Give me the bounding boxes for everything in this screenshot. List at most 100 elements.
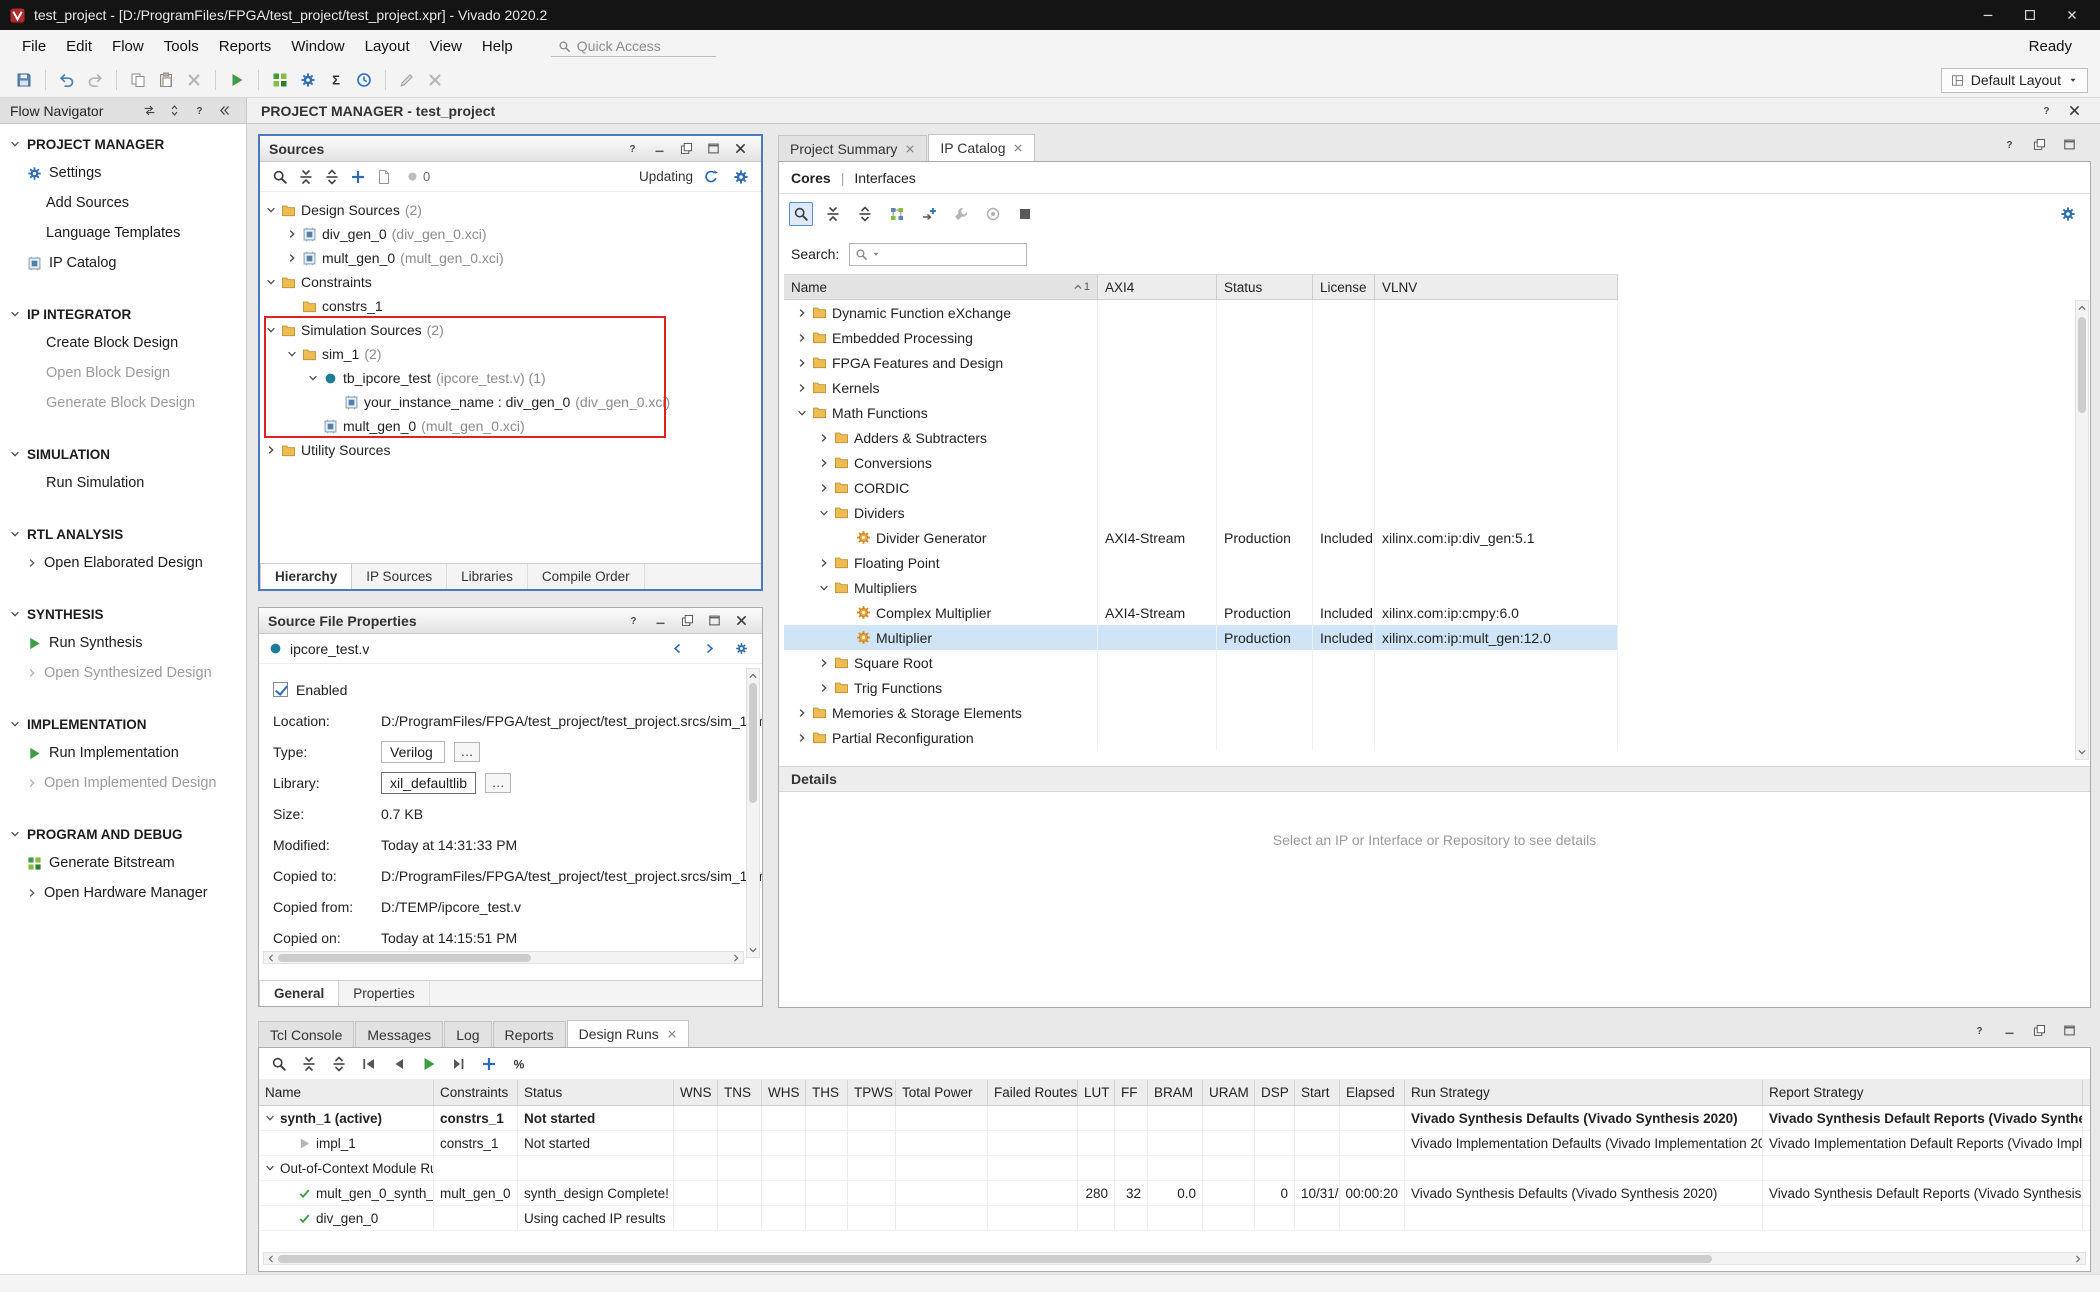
chevron-down-icon[interactable] [10, 529, 20, 539]
library-value[interactable]: xil_defaultlib [381, 772, 476, 794]
flow-item-generate-bitstream[interactable]: Generate Bitstream [0, 848, 246, 878]
menu-reports[interactable]: Reports [209, 35, 282, 58]
expand-all-icon[interactable] [853, 202, 877, 226]
column-header-bram[interactable]: BRAM [1148, 1080, 1203, 1105]
catalog-row-cordic[interactable]: CORDIC [784, 475, 1618, 500]
quick-access-search[interactable]: Quick Access [551, 36, 716, 57]
chevron-down-icon[interactable] [10, 309, 20, 319]
menu-tools[interactable]: Tools [154, 35, 209, 58]
chevron-down-icon[interactable] [266, 205, 276, 215]
flow-item-create-block-design[interactable]: Create Block Design [0, 328, 246, 358]
help-icon[interactable]: ? [1967, 1018, 1991, 1042]
open-file-icon[interactable] [372, 165, 396, 189]
flow-item-run-simulation[interactable]: Run Simulation [0, 468, 246, 498]
column-header-lut[interactable]: LUT [1078, 1080, 1115, 1105]
source-tree-item-utility-sources[interactable]: Utility Sources [260, 438, 761, 462]
column-header-constraints[interactable]: Constraints [434, 1080, 518, 1105]
console-tab-messages[interactable]: Messages [355, 1021, 443, 1047]
flow-item-generate-block-design[interactable]: Generate Block Design [0, 388, 246, 418]
design-run-row-impl-1[interactable]: impl_1constrs_1Not startedVivado Impleme… [259, 1131, 2090, 1156]
catalog-row-multiplier[interactable]: MultiplierProductionIncludedxilinx.com:i… [784, 625, 1618, 650]
window-maximize-button[interactable] [2012, 3, 2048, 27]
sort-icon[interactable] [162, 99, 186, 123]
reset-runs-icon[interactable] [357, 1052, 381, 1076]
properties-tab-properties[interactable]: Properties [339, 981, 430, 1006]
scroll-left-icon[interactable] [266, 953, 276, 963]
catalog-row-divider-generator[interactable]: Divider GeneratorAXI4-StreamProductionIn… [784, 525, 1618, 550]
chevron-down-icon[interactable] [287, 349, 297, 359]
catalog-row-trig-functions[interactable]: Trig Functions [784, 675, 1618, 700]
sources-panel-header[interactable]: Sources ? [260, 136, 761, 162]
float-icon[interactable] [2027, 132, 2051, 156]
window-minimize-button[interactable] [1970, 3, 2006, 27]
details-view-icon[interactable] [1013, 202, 1037, 226]
column-header-failed-routes[interactable]: Failed Routes [988, 1080, 1078, 1105]
delete-icon[interactable] [182, 68, 206, 92]
chevron-right-icon[interactable] [819, 558, 829, 568]
console-tab-log[interactable]: Log [444, 1021, 491, 1047]
console-tab-reports[interactable]: Reports [493, 1021, 566, 1047]
properties-tab-general[interactable]: General [259, 981, 339, 1006]
resume-icon[interactable] [447, 1052, 471, 1076]
flow-item-add-sources[interactable]: Add Sources [0, 188, 246, 218]
sources-tab-ip-sources[interactable]: IP Sources [352, 564, 447, 589]
source-tree-item-constrs-1[interactable]: constrs_1 [260, 294, 761, 318]
source-tree-item-mult-gen-0[interactable]: mult_gen_0(mult_gen_0.xci) [260, 246, 761, 270]
undo-icon[interactable] [55, 68, 79, 92]
catalog-row-floating-point[interactable]: Floating Point [784, 550, 1618, 575]
chevron-right-icon[interactable] [819, 433, 829, 443]
chevron-down-icon[interactable] [10, 449, 20, 459]
column-header-tns[interactable]: TNS [718, 1080, 762, 1105]
menu-window[interactable]: Window [281, 35, 354, 58]
chevron-down-icon[interactable] [265, 1163, 275, 1173]
column-header-name[interactable]: Name [259, 1080, 434, 1105]
chevron-down-icon[interactable] [10, 719, 20, 729]
flow-section-header-ip-integrator[interactable]: IP INTEGRATOR [0, 300, 246, 328]
chevron-down-icon[interactable] [265, 1113, 275, 1123]
layout-selector[interactable]: Default Layout [1941, 68, 2088, 93]
sources-tab-libraries[interactable]: Libraries [447, 564, 528, 589]
column-header-whs[interactable]: WHS [762, 1080, 806, 1105]
catalog-row-dividers[interactable]: Dividers [784, 500, 1618, 525]
chevron-down-icon[interactable] [266, 325, 276, 335]
settings-icon[interactable] [296, 68, 320, 92]
collapse-all-icon[interactable] [297, 1052, 321, 1076]
console-tab-tcl-console[interactable]: Tcl Console [258, 1021, 354, 1047]
sources-tab-compile-order[interactable]: Compile Order [528, 564, 645, 589]
enabled-checkbox[interactable] [273, 682, 288, 697]
flow-section-header-synthesis[interactable]: SYNTHESIS [0, 600, 246, 628]
source-tree-item-sim-1[interactable]: sim_1(2) [260, 342, 761, 366]
column-header-ff[interactable]: FF [1115, 1080, 1148, 1105]
runs-horizontal-scrollbar[interactable] [263, 1252, 2086, 1265]
catalog-row-multipliers[interactable]: Multipliers [784, 575, 1618, 600]
console-tab-design-runs[interactable]: Design Runs [567, 1020, 689, 1047]
flow-section-header-project-manager[interactable]: PROJECT MANAGER [0, 130, 246, 158]
search-icon[interactable] [268, 165, 292, 189]
catalog-row-complex-multiplier[interactable]: Complex MultiplierAXI4-StreamProductionI… [784, 600, 1618, 625]
column-header-tpws[interactable]: TPWS [848, 1080, 896, 1105]
flow-item-open-hardware-manager[interactable]: Open Hardware Manager [0, 878, 246, 908]
flow-section-header-simulation[interactable]: SIMULATION [0, 440, 246, 468]
source-tree-item-simulation-sources[interactable]: Simulation Sources(2) [260, 318, 761, 342]
relative-values-icon[interactable]: % [507, 1052, 531, 1076]
chevron-right-icon[interactable] [819, 683, 829, 693]
properties-panel-header[interactable]: Source File Properties ? [259, 608, 762, 634]
float-icon[interactable] [2027, 1018, 2051, 1042]
collapse-all-icon[interactable] [294, 165, 318, 189]
step-back-icon[interactable] [387, 1052, 411, 1076]
close-icon[interactable] [2062, 99, 2086, 123]
create-runs-icon[interactable] [477, 1052, 501, 1076]
float-icon[interactable] [675, 609, 699, 633]
minimize-icon[interactable] [1997, 1018, 2021, 1042]
chevron-right-icon[interactable] [287, 253, 297, 263]
column-header-name[interactable]: Name1 [784, 275, 1098, 299]
source-tree-item-tb-ipcore-test[interactable]: tb_ipcore_test(ipcore_test.v) (1) [260, 366, 761, 390]
column-header-license[interactable]: License [1313, 275, 1375, 299]
expand-all-icon[interactable] [320, 165, 344, 189]
chevron-down-icon[interactable] [819, 508, 829, 518]
scroll-right-icon[interactable] [2073, 1254, 2083, 1264]
catalog-row-fpga-features-and-design[interactable]: FPGA Features and Design [784, 350, 1618, 375]
catalog-search-input[interactable] [849, 243, 1027, 266]
chevron-down-icon[interactable] [797, 408, 807, 418]
menu-edit[interactable]: Edit [56, 35, 102, 58]
